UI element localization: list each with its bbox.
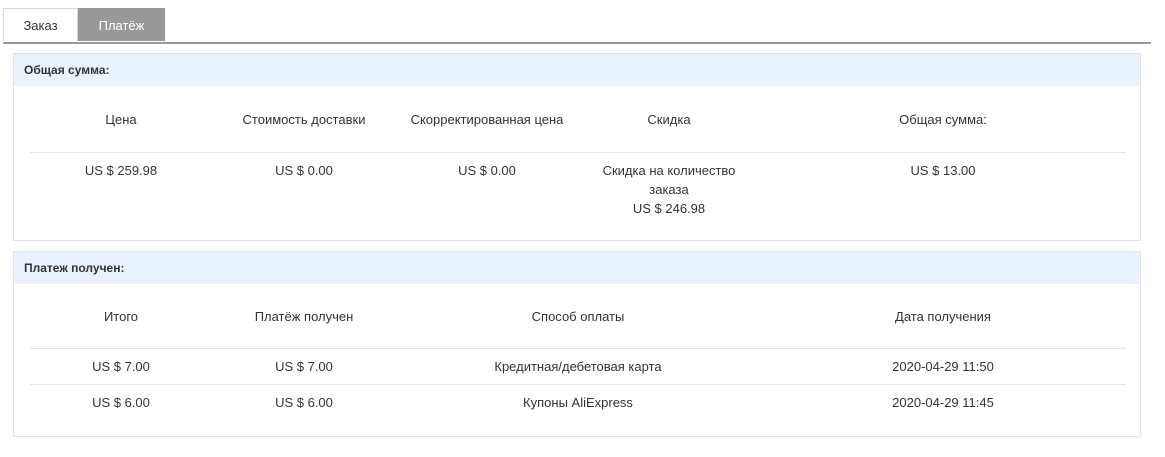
table-row: US $ 259.98 US $ 0.00 US $ 0.00 Скидка н… bbox=[30, 153, 1126, 242]
shipping-value: US $ 0.00 bbox=[275, 163, 333, 178]
column-header-shipping: Стоимость доставки bbox=[212, 87, 396, 153]
payments-table: Итого Платёж получен Способ оплаты Дата … bbox=[30, 285, 1126, 420]
payment-received: US $ 6.00 bbox=[275, 395, 333, 410]
column-header-payment-method: Способ оплаты bbox=[396, 285, 760, 349]
totals-table-header-row: Цена Стоимость доставки Скорректированна… bbox=[30, 87, 1126, 153]
column-header-price: Цена bbox=[30, 87, 212, 153]
discount-label-line-1: Скидка на количество bbox=[602, 163, 736, 178]
discount-cell: Скидка на количество заказа US $ 246.98 bbox=[578, 153, 760, 242]
column-header-discount: Скидка bbox=[578, 87, 760, 153]
discount-value: US $ 246.98 bbox=[632, 201, 706, 216]
payment-date: 2020-04-29 11:50 bbox=[760, 348, 1126, 385]
tab-bar: Заказ Платёж bbox=[3, 8, 1151, 44]
totals-panel-header: Общая сумма: bbox=[14, 54, 1140, 86]
payments-panel: Платеж получен: Итого Платёж получен Спо… bbox=[13, 251, 1141, 437]
payment-total: US $ 7.00 bbox=[30, 348, 212, 385]
payment-received: US $ 7.00 bbox=[212, 348, 396, 385]
column-header-payment-received: Платёж получен bbox=[212, 285, 396, 349]
payment-method: Кредитная/дебетовая карта bbox=[396, 348, 760, 385]
total-value: US $ 13.00 bbox=[910, 163, 976, 178]
column-header-subtotal: Итого bbox=[30, 285, 212, 349]
price-value: US $ 259.98 bbox=[84, 163, 158, 178]
table-row: US $ 6.00 US $ 6.00 Купоны AliExpress 20… bbox=[30, 385, 1126, 421]
discount-label-line-2: заказа bbox=[649, 182, 689, 197]
column-header-received-date: Дата получения bbox=[760, 285, 1126, 349]
payments-panel-header: Платеж получен: bbox=[14, 252, 1140, 284]
payment-total: US $ 6.00 bbox=[92, 395, 150, 410]
totals-panel: Общая сумма: Цена Стоимость доставки Ско… bbox=[13, 53, 1141, 241]
payment-date: 2020-04-29 11:45 bbox=[892, 395, 994, 410]
tab-payment[interactable]: Платёж bbox=[78, 8, 165, 41]
table-row: US $ 7.00 US $ 7.00 Кредитная/дебетовая … bbox=[30, 348, 1126, 385]
adjusted-price-value: US $ 0.00 bbox=[458, 163, 516, 178]
payment-method: Купоны AliExpress bbox=[523, 395, 633, 410]
tab-order[interactable]: Заказ bbox=[3, 8, 78, 41]
payments-table-header-row: Итого Платёж получен Способ оплаты Дата … bbox=[30, 285, 1126, 349]
column-header-adjusted-price: Скорректированная цена bbox=[396, 87, 578, 153]
totals-table: Цена Стоимость доставки Скорректированна… bbox=[30, 87, 1126, 241]
column-header-total: Общая сумма: bbox=[760, 87, 1126, 153]
